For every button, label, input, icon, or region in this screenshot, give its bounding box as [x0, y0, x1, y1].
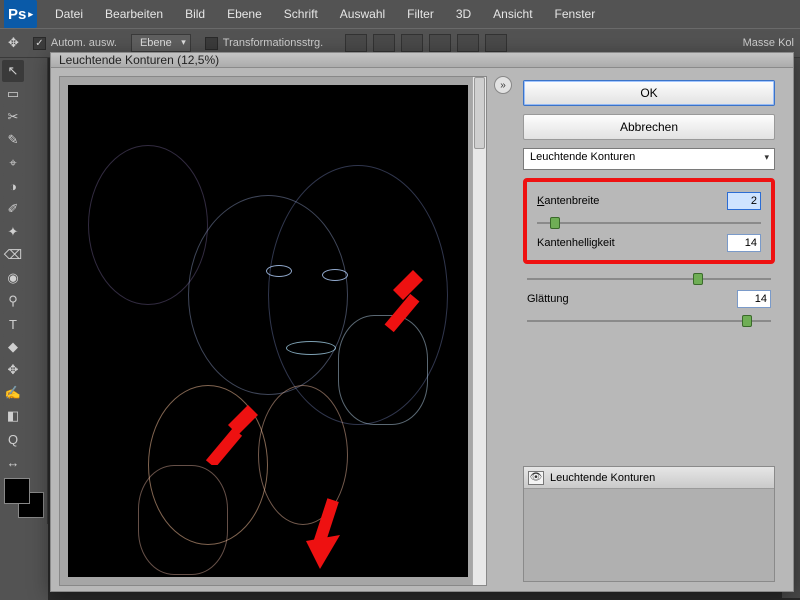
preview-pane: [59, 76, 487, 586]
tool-move[interactable]: ↖: [2, 60, 24, 82]
kantenhelligkeit-input[interactable]: [727, 234, 761, 252]
tool-screen[interactable]: ↔: [2, 451, 24, 473]
fg-color[interactable]: [4, 478, 30, 504]
tool-quickmask[interactable]: Q: [2, 428, 24, 450]
align-icon[interactable]: [373, 34, 395, 52]
annotation-arrow: [298, 495, 358, 575]
menubar: Ps Datei Bearbeiten Bild Ebene Schrift A…: [0, 0, 800, 28]
menu-auswahl[interactable]: Auswahl: [330, 3, 395, 25]
align-icon[interactable]: [429, 34, 451, 52]
annotation-arrow: [368, 265, 428, 335]
tool-wand[interactable]: ✎: [2, 129, 24, 151]
tool-brush[interactable]: ✦: [2, 221, 24, 243]
cancel-button[interactable]: Abbrechen: [523, 114, 775, 140]
move-tool-icon[interactable]: ✥: [8, 35, 19, 51]
checkbox-icon: [205, 37, 218, 50]
tool-shape[interactable]: ✥: [2, 359, 24, 381]
align-icon[interactable]: [485, 34, 507, 52]
menu-ansicht[interactable]: Ansicht: [483, 3, 542, 25]
toolbox: ↖ ▭ ✂ ✎ ⌖ ◑ ✐ ✦ ⌫ ◉ ⚲ T ◆ ✥ ✍ ◧ Q ↔: [0, 58, 48, 524]
tool-stamp[interactable]: ⌫: [2, 244, 24, 266]
effect-row[interactable]: 👁 Leuchtende Konturen: [524, 467, 774, 489]
menu-3d[interactable]: 3D: [446, 3, 481, 25]
slider-thumb[interactable]: [693, 273, 703, 285]
tool-type[interactable]: T: [2, 313, 24, 335]
kantenbreite-input[interactable]: [727, 192, 761, 210]
glaettung-input[interactable]: [737, 290, 771, 308]
tool-heal[interactable]: ✐: [2, 198, 24, 220]
tool-eyedropper[interactable]: ◑: [2, 175, 24, 197]
kantenbreite-slider[interactable]: [537, 216, 761, 230]
annotation-arrow: [198, 395, 268, 465]
menu-bearbeiten[interactable]: Bearbeiten: [95, 3, 173, 25]
tool-marquee[interactable]: ▭: [2, 83, 24, 105]
ok-button[interactable]: OK: [523, 80, 775, 106]
tool-history[interactable]: ◉: [2, 267, 24, 289]
auto-select-label: Autom. ausw.: [51, 37, 117, 49]
kantenhelligkeit-label: Kantenhelligkeit: [537, 237, 615, 249]
menu-bild[interactable]: Bild: [175, 3, 215, 25]
menu-ebene[interactable]: Ebene: [217, 3, 272, 25]
menu-filter[interactable]: Filter: [397, 3, 444, 25]
collapse-column: »: [493, 76, 513, 586]
kantenhelligkeit-slider[interactable]: [527, 272, 771, 286]
glaettung-label: Glättung: [527, 293, 569, 305]
effect-name: Leuchtende Konturen: [550, 472, 655, 484]
preview-image: [68, 85, 468, 577]
visibility-icon[interactable]: 👁: [528, 471, 544, 485]
app-logo[interactable]: Ps: [4, 0, 37, 28]
preview-scroll[interactable]: [59, 76, 487, 586]
align-icons: [345, 34, 507, 52]
dialog-title: Leuchtende Konturen (12,5%): [51, 53, 793, 68]
effect-body: [524, 489, 774, 581]
highlighted-param-group: KKantenbreiteantenbreite Kantenhelligkei…: [523, 178, 775, 264]
layer-dropdown[interactable]: Ebene: [131, 34, 191, 52]
slider-thumb[interactable]: [742, 315, 752, 327]
menu-fenster[interactable]: Fenster: [545, 3, 606, 25]
auto-select-checkbox[interactable]: ✓ Autom. ausw.: [33, 37, 117, 50]
kantenbreite-label: KKantenbreiteantenbreite: [537, 195, 599, 207]
tool-hand[interactable]: ✍: [2, 382, 24, 404]
filter-gallery-dialog: Leuchtende Konturen (12,5%): [50, 52, 794, 592]
controls-pane: OK Abbrechen Leuchtende Konturen KKanten…: [519, 76, 785, 586]
align-icon[interactable]: [345, 34, 367, 52]
tool-crop[interactable]: ⌖: [2, 152, 24, 174]
align-icon[interactable]: [401, 34, 423, 52]
color-swatch[interactable]: [4, 478, 44, 518]
tool-eraser[interactable]: ⚲: [2, 290, 24, 312]
transform-checkbox[interactable]: Transformationsstrg.: [205, 37, 323, 50]
transform-label: Transformationsstrg.: [223, 37, 323, 49]
preview-scrollbar[interactable]: [472, 77, 486, 585]
slider-thumb[interactable]: [550, 217, 560, 229]
tool-lasso[interactable]: ✂: [2, 106, 24, 128]
glaettung-slider[interactable]: [527, 314, 771, 328]
tool-path[interactable]: ◆: [2, 336, 24, 358]
chevron-icon: »: [500, 80, 506, 91]
checkbox-icon: ✓: [33, 37, 46, 50]
menu-schrift[interactable]: Schrift: [274, 3, 328, 25]
effect-stack: 👁 Leuchtende Konturen: [523, 466, 775, 582]
filter-select[interactable]: Leuchtende Konturen: [523, 148, 775, 170]
align-icon[interactable]: [457, 34, 479, 52]
menu-datei[interactable]: Datei: [45, 3, 93, 25]
tool-zoom[interactable]: ◧: [2, 405, 24, 427]
right-label: Masse Kol: [743, 37, 794, 49]
collapse-categories-button[interactable]: »: [494, 76, 512, 94]
